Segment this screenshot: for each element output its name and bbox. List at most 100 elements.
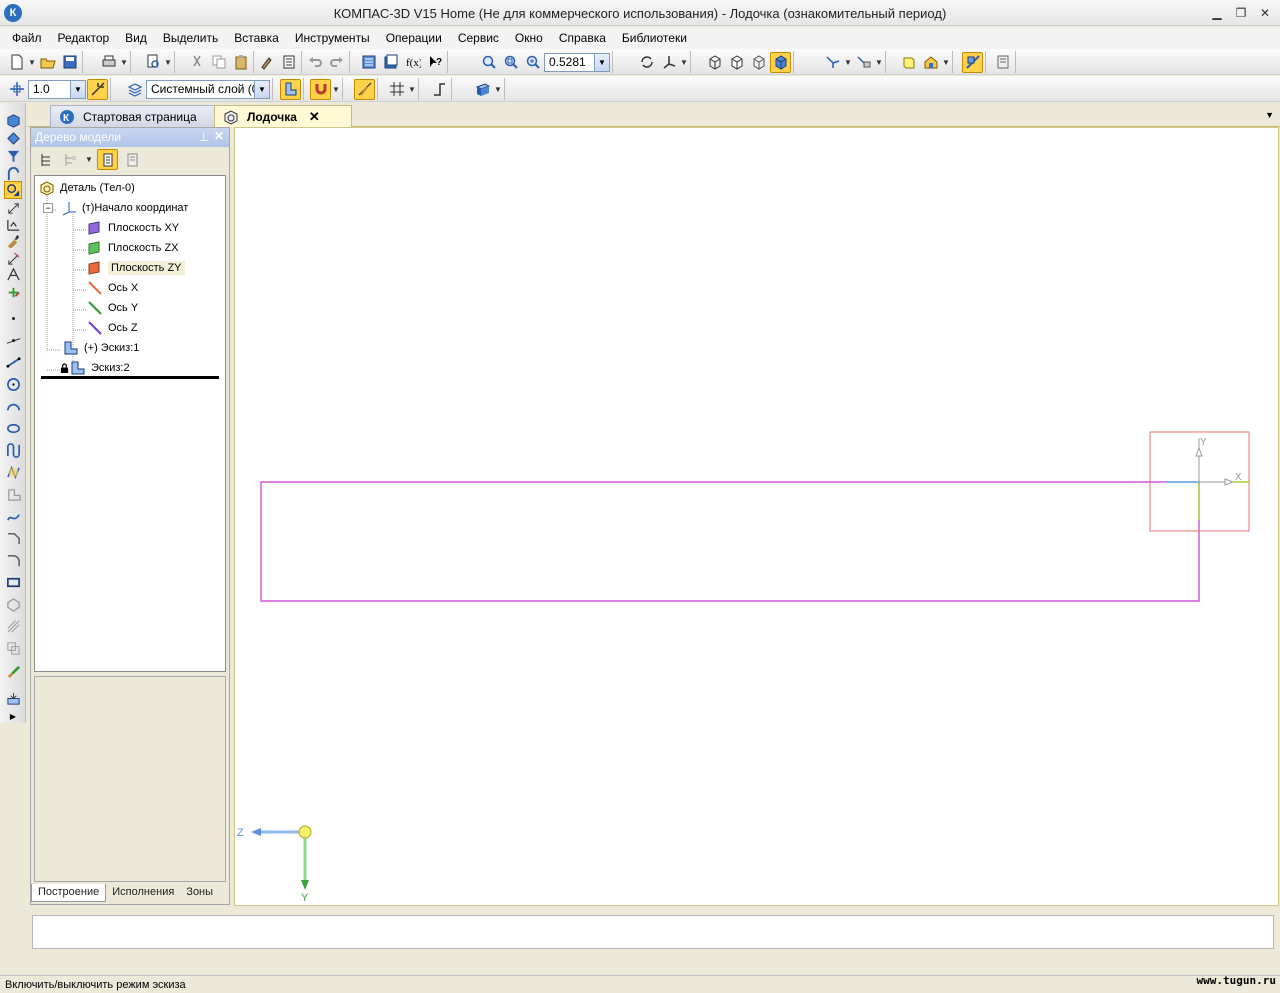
tabs-menu-icon[interactable]: ▼ bbox=[1265, 110, 1274, 120]
preview-icon[interactable] bbox=[142, 52, 163, 73]
auxiliary-line-icon[interactable] bbox=[4, 331, 22, 349]
insert-fragment-icon[interactable] bbox=[4, 689, 22, 707]
magnet-icon[interactable] bbox=[310, 78, 331, 100]
tree-node-sketch-2[interactable]: Эскиз:2 bbox=[59, 359, 130, 377]
print-icon[interactable] bbox=[98, 52, 119, 73]
tab-document[interactable]: Лодочка ✕ bbox=[214, 105, 352, 127]
rectangle-icon[interactable] bbox=[4, 573, 22, 591]
chamfer-icon[interactable] bbox=[4, 529, 22, 547]
function-icon[interactable]: f(x) bbox=[402, 52, 423, 73]
new-file-dropdown[interactable]: ▼ bbox=[28, 52, 36, 73]
layer-combo[interactable]: Системный слой (0) ▼ bbox=[146, 79, 270, 99]
structure-icon[interactable] bbox=[60, 149, 81, 170]
model-viewport[interactable]: Y X Z Y bbox=[234, 127, 1279, 906]
copy-objects-icon[interactable] bbox=[4, 639, 22, 657]
tree-node-axis-y[interactable]: Ось Y bbox=[87, 299, 138, 317]
rotate-icon[interactable] bbox=[636, 52, 657, 73]
palette-expand-icon[interactable]: ▶ bbox=[4, 711, 22, 721]
trajectory-icon[interactable] bbox=[822, 52, 843, 73]
hidden-lines-icon[interactable] bbox=[726, 52, 747, 73]
magnet-dropdown[interactable]: ▼ bbox=[332, 79, 340, 100]
orientation-cube-dropdown[interactable]: ▼ bbox=[494, 79, 502, 100]
ortho-icon[interactable] bbox=[428, 79, 449, 100]
continuous-input-icon[interactable] bbox=[4, 441, 22, 459]
edit-part-icon[interactable] bbox=[4, 111, 22, 129]
tree-node-axis-z[interactable]: Ось Z bbox=[87, 319, 138, 337]
sketch-icon[interactable] bbox=[280, 78, 301, 100]
offset-icon[interactable] bbox=[4, 485, 22, 503]
redo-icon[interactable] bbox=[326, 52, 347, 73]
new-file-icon[interactable] bbox=[6, 52, 27, 73]
orientation-icon[interactable] bbox=[658, 52, 679, 73]
menu-help[interactable]: Справка bbox=[551, 31, 614, 45]
menu-view[interactable]: Вид bbox=[117, 31, 155, 45]
brush-icon[interactable] bbox=[256, 52, 277, 73]
close-panel-icon[interactable]: ✕ bbox=[214, 129, 224, 143]
arc-icon[interactable] bbox=[4, 397, 22, 415]
draw-tools-icon[interactable] bbox=[4, 661, 22, 679]
library-manager-icon[interactable] bbox=[358, 52, 379, 73]
undo-icon[interactable] bbox=[304, 52, 325, 73]
circle-icon[interactable] bbox=[4, 375, 22, 393]
orientation-dropdown[interactable]: ▼ bbox=[680, 52, 688, 73]
print-dropdown[interactable]: ▼ bbox=[120, 52, 128, 73]
menu-file[interactable]: Файл bbox=[4, 31, 50, 45]
pin-icon[interactable]: ⊥ bbox=[199, 130, 209, 144]
wireframe-icon[interactable] bbox=[704, 52, 725, 73]
properties-panel[interactable] bbox=[32, 915, 1274, 949]
spatial-curves-icon[interactable] bbox=[4, 129, 22, 147]
minimize-button[interactable]: ▁ bbox=[1208, 5, 1226, 21]
zoom-dropdown-icon[interactable]: ▼ bbox=[594, 53, 609, 71]
shaded-icon[interactable] bbox=[770, 51, 791, 73]
selection-icon[interactable] bbox=[4, 283, 22, 301]
thin-lines-icon[interactable] bbox=[748, 52, 769, 73]
step-dropdown-icon[interactable]: ▼ bbox=[70, 80, 85, 98]
copy-icon[interactable] bbox=[208, 52, 229, 73]
sketch-mode-icon[interactable] bbox=[962, 51, 983, 73]
menu-tools[interactable]: Инструменты bbox=[287, 31, 378, 45]
tab-start-page[interactable]: К Стартовая страница bbox=[50, 105, 220, 127]
close-window-button[interactable]: ✕ bbox=[1256, 5, 1274, 21]
tree-node-part[interactable]: Деталь (Тел-0) bbox=[39, 179, 135, 197]
polygon-icon[interactable] bbox=[4, 595, 22, 613]
tree-node-sketch-1[interactable]: (+) Эскиз:1 bbox=[63, 339, 139, 357]
parametric-icon[interactable] bbox=[354, 78, 375, 100]
properties-icon[interactable] bbox=[278, 52, 299, 73]
polyline-icon[interactable] bbox=[4, 463, 22, 481]
layers-icon[interactable] bbox=[124, 79, 145, 100]
cursor-step-icon[interactable] bbox=[6, 79, 27, 100]
spline-icon[interactable] bbox=[4, 507, 22, 525]
variables-icon[interactable] bbox=[380, 52, 401, 73]
zoom-window-icon[interactable] bbox=[478, 52, 499, 73]
tab-close-icon[interactable]: ✕ bbox=[309, 109, 320, 125]
perspective-icon[interactable] bbox=[898, 52, 919, 73]
grid-dropdown[interactable]: ▼ bbox=[408, 79, 416, 100]
orientation-cube-icon[interactable] bbox=[472, 79, 493, 100]
restore-button[interactable]: ❐ bbox=[1232, 5, 1250, 21]
geometry-icon[interactable] bbox=[4, 181, 22, 199]
save-icon[interactable] bbox=[59, 52, 80, 73]
rollback-bar[interactable] bbox=[41, 376, 219, 379]
snap-icon[interactable] bbox=[87, 78, 108, 100]
menu-insert[interactable]: Вставка bbox=[226, 31, 287, 45]
cut-icon[interactable] bbox=[186, 52, 207, 73]
tree-node-plane-xy[interactable]: Плоскость XY bbox=[87, 219, 179, 237]
paste-icon[interactable] bbox=[230, 52, 251, 73]
tab-build[interactable]: Построение bbox=[31, 884, 107, 902]
tab-executions[interactable]: Исполнения bbox=[106, 884, 180, 902]
zoom-fit-icon[interactable] bbox=[500, 52, 521, 73]
zoom-combo[interactable]: 0.5281 ▼ bbox=[544, 52, 610, 72]
help-pointer-icon[interactable]: ? bbox=[424, 52, 445, 73]
step-combo[interactable]: 1.0 ▼ bbox=[28, 79, 86, 99]
tab-zones[interactable]: Зоны bbox=[180, 884, 219, 902]
tree-node-plane-zx[interactable]: Плоскость ZX bbox=[87, 239, 179, 257]
trajectory-dropdown[interactable]: ▼ bbox=[844, 52, 852, 73]
open-file-icon[interactable] bbox=[37, 52, 58, 73]
ellipse-icon[interactable] bbox=[4, 419, 22, 437]
menu-service[interactable]: Сервис bbox=[450, 31, 507, 45]
build-order-icon[interactable] bbox=[35, 149, 56, 170]
editing-icon[interactable] bbox=[4, 231, 22, 249]
grid-icon[interactable] bbox=[386, 79, 407, 100]
tree-view-icon[interactable] bbox=[97, 149, 118, 170]
zoom-in-icon[interactable] bbox=[522, 52, 543, 73]
